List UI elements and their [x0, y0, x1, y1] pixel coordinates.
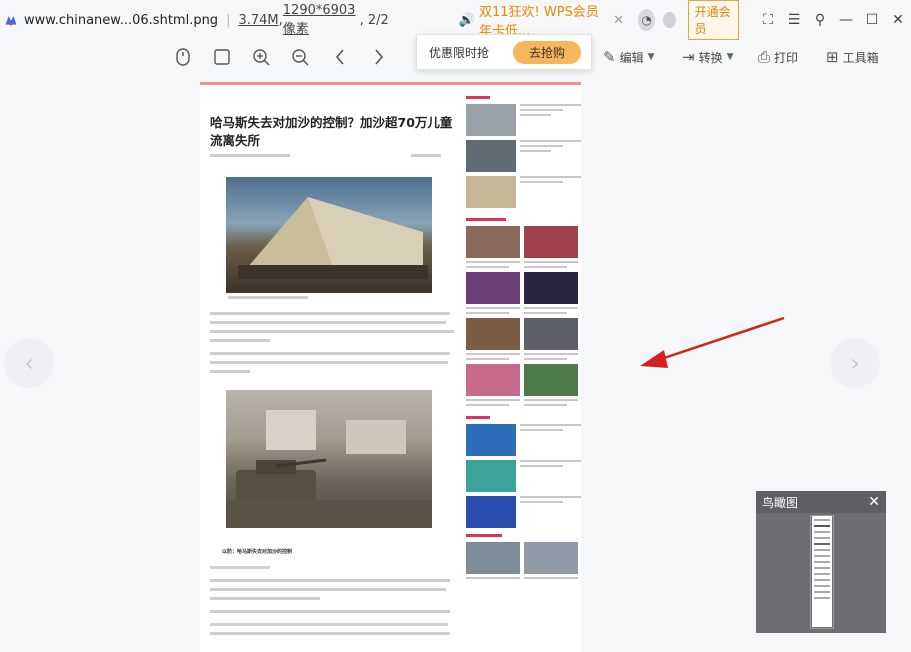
pin-icon[interactable]: ⚲ [807, 9, 833, 31]
section-title-bar [466, 416, 581, 424]
article-paragraph [210, 352, 458, 379]
minimap-panel[interactable]: 鸟瞰图 ✕ [756, 491, 886, 633]
chevron-down-icon: ▼ [647, 52, 655, 62]
printer-icon: ⎙ [758, 48, 771, 66]
chevron-down-icon: ▼ [726, 52, 734, 62]
edit-button[interactable]: ✎ 编辑 ▼ [603, 46, 655, 68]
image-dimensions: 1290*6903像素 [282, 3, 356, 37]
viewed-image[interactable]: 哈马斯失去对加沙的控制？加沙超70万儿童流离失所 以防：哈马斯失去对加沙的控制 [200, 82, 581, 652]
previous-image-arrow[interactable]: ‹ [4, 338, 54, 388]
file-name: www.chinanew...06.shtml.png [24, 12, 219, 28]
minimize-icon[interactable]: — [833, 9, 859, 31]
next-icon[interactable] [368, 46, 390, 68]
maximize-icon[interactable]: ☐ [859, 9, 885, 31]
zoom-in-icon[interactable] [250, 46, 272, 68]
edit-icon: ✎ [603, 48, 616, 66]
tent-photo [226, 177, 432, 293]
promo-popup: 优惠限时抢 去抢购 [416, 34, 592, 70]
section-title-bar [466, 534, 581, 542]
article-paragraph [210, 312, 458, 348]
prev-icon[interactable] [329, 46, 351, 68]
video-grid [466, 226, 581, 406]
popup-text: 优惠限时抢 [429, 45, 490, 60]
minimap-header: 鸟瞰图 ✕ [756, 491, 886, 513]
vip-button[interactable]: 开通会员 [687, 0, 740, 40]
article-subheading: 以防：哈马斯失去对加沙的控制 [222, 549, 293, 555]
separator: | [226, 12, 231, 28]
article-paragraph [210, 566, 458, 641]
buy-now-button[interactable]: 去抢购 [513, 40, 582, 64]
section-title-bar [466, 96, 581, 104]
file-size: 3.74M [238, 12, 279, 28]
convert-button[interactable]: ⇥ 转换 ▼ [682, 46, 734, 68]
print-button[interactable]: ⎙ 打印 [758, 46, 798, 68]
minimap-viewport-frame[interactable] [810, 515, 834, 629]
fit-icon[interactable] [211, 46, 233, 68]
close-icon[interactable]: ✕ [885, 9, 911, 31]
app-logo-icon [5, 16, 17, 26]
tank-photo [226, 390, 432, 528]
photo-grid [466, 542, 581, 579]
image-top-border [200, 82, 581, 85]
mouse-icon[interactable] [172, 46, 194, 68]
minimap-title: 鸟瞰图 [762, 495, 799, 510]
toolbox-button[interactable]: ⊞ 工具箱 [826, 46, 879, 68]
menu-icon[interactable]: ☰ [781, 9, 807, 31]
article-headline: 哈马斯失去对加沙的控制？加沙超70万儿童流离失所 [210, 115, 453, 148]
photo-caption [228, 296, 434, 300]
fullscreen-icon[interactable]: ⛶ [755, 9, 781, 31]
next-image-arrow[interactable]: › [830, 338, 880, 388]
article-byline [210, 154, 458, 158]
speaker-icon: 🔊 [458, 12, 475, 28]
window-controls: ⛶ ☰ ⚲ — ☐ ✕ [755, 9, 911, 31]
convert-icon: ⇥ [682, 48, 695, 66]
avatar-icon[interactable]: ◔ [638, 9, 656, 31]
section-title-bar [466, 218, 581, 226]
related-news-column [466, 96, 581, 579]
page-indicator: 2/2 [367, 12, 389, 28]
promo-close-icon[interactable]: ✕ [613, 13, 624, 28]
minimap-close-icon[interactable]: ✕ [868, 494, 880, 510]
download-icon[interactable] [663, 12, 676, 28]
grid-icon: ⊞ [826, 48, 839, 66]
image-viewer-window: www.chinanew...06.shtml.png | 3.74M , 12… [0, 0, 911, 652]
zoom-out-icon[interactable] [289, 46, 311, 68]
